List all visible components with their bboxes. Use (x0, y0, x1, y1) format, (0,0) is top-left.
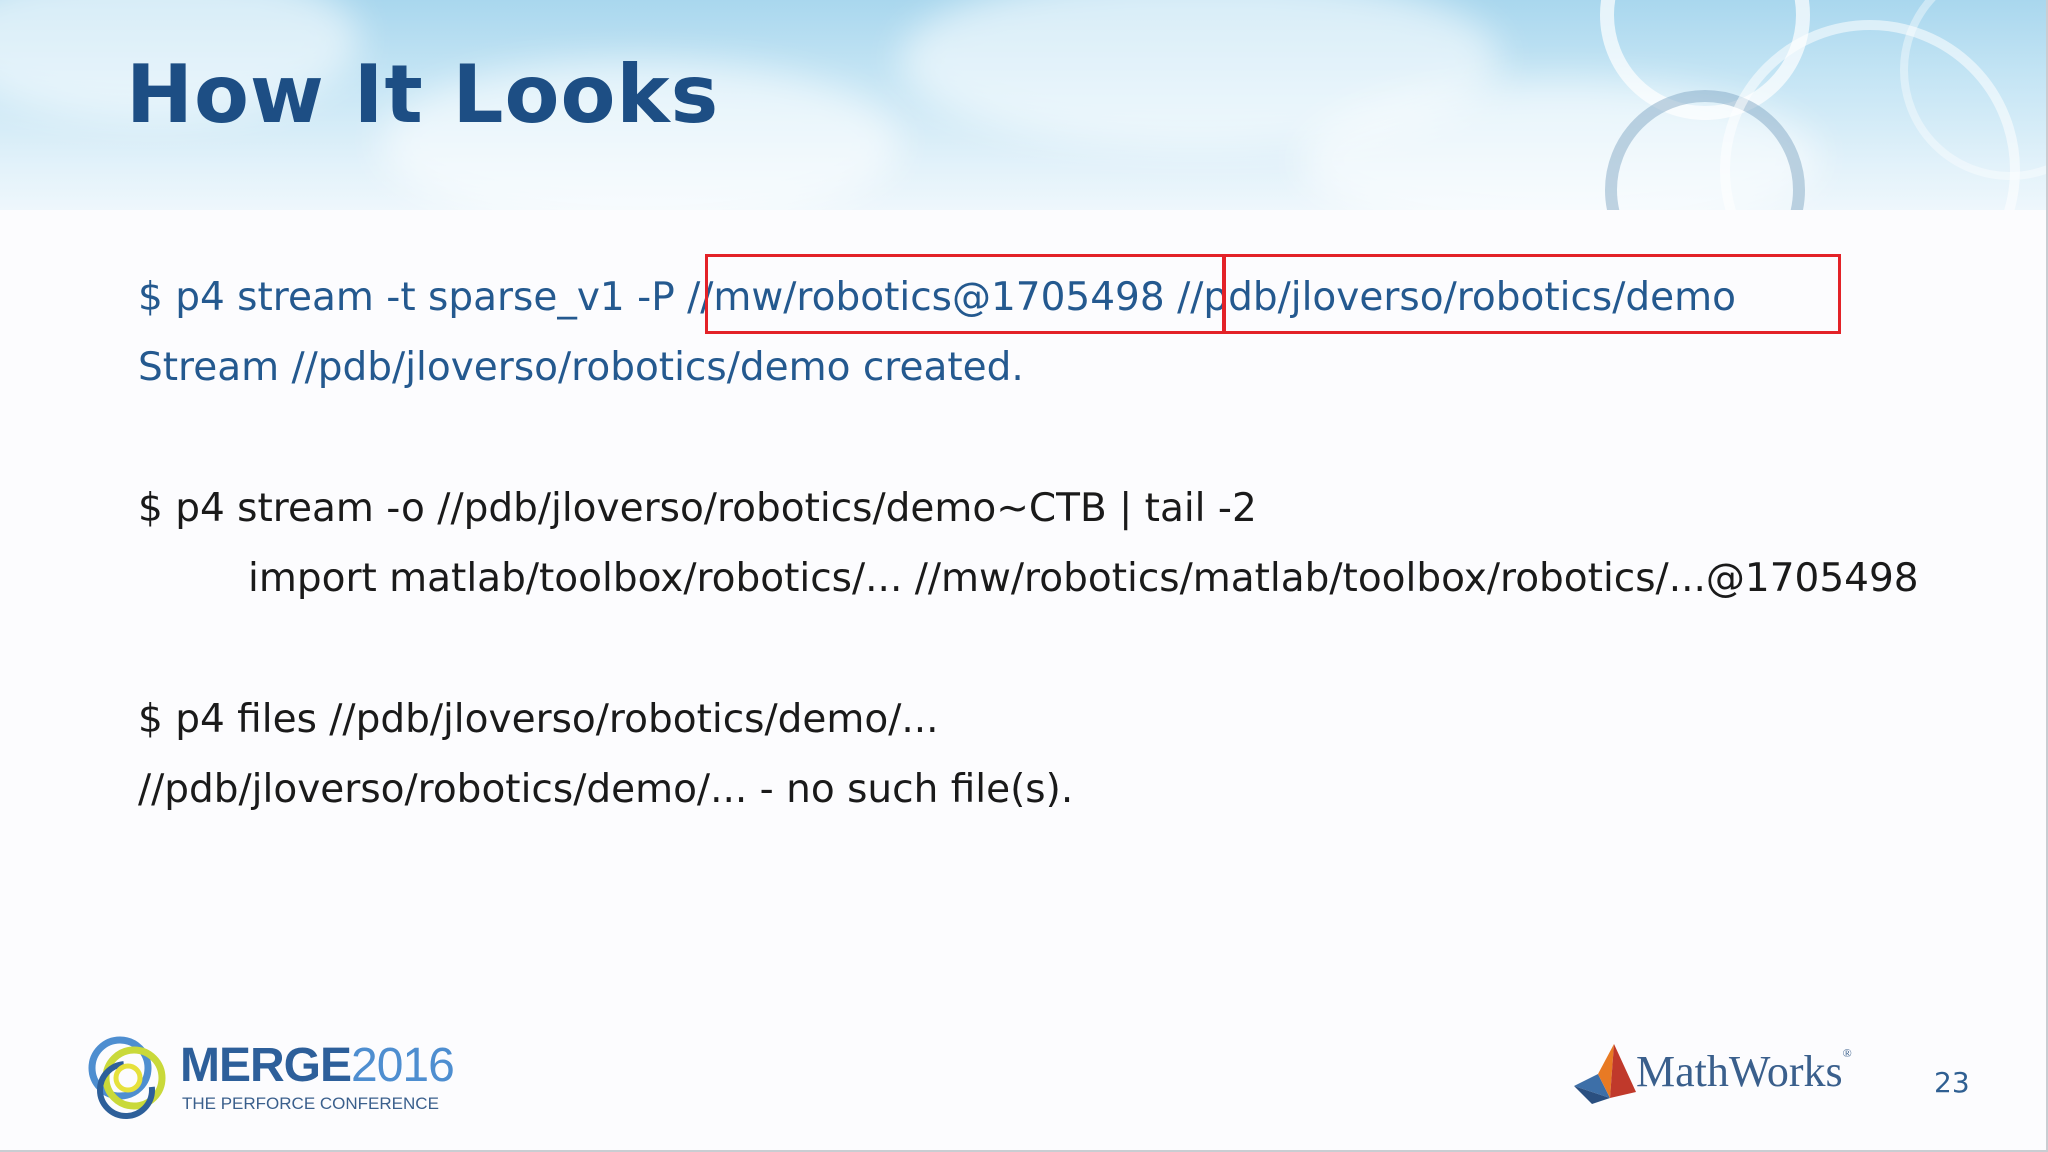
command-line-stream-spec: $ p4 stream -o //pdb/jloverso/robotics/d… (138, 486, 1257, 531)
command-output-import: import matlab/toolbox/robotics/... //mw/… (248, 556, 1919, 601)
presentation-slide: How It Looks $ p4 stream -t sparse_v1 -P… (0, 0, 2048, 1152)
merge-logo-text: MERGE2016 (180, 1039, 455, 1092)
mathworks-logo: MathWorks® (1570, 1040, 1870, 1110)
slide-title: How It Looks (126, 48, 720, 141)
highlight-box-parent-path (705, 254, 1225, 334)
command-line-files: $ p4 files //pdb/jloverso/robotics/demo/… (138, 697, 939, 742)
command-prefix: $ p4 stream -t sparse_v1 -P (138, 275, 688, 320)
slide-page-number: 23 (1934, 1066, 1970, 1099)
command-output-created: Stream //pdb/jloverso/robotics/demo crea… (138, 345, 1024, 390)
merge-rings-icon (88, 1036, 166, 1119)
merge-logo-subtitle: THE PERFORCE CONFERENCE (182, 1094, 439, 1113)
mathworks-membrane-icon (1574, 1044, 1636, 1104)
highlight-box-stream-path (1223, 254, 1841, 334)
merge-2016-logo: MERGE2016 THE PERFORCE CONFERENCE (82, 1028, 455, 1128)
command-output-no-files: //pdb/jloverso/robotics/demo/... - no su… (138, 767, 1074, 812)
slide-header-sky-banner: How It Looks (0, 0, 2046, 210)
mathworks-logo-text: MathWorks® (1636, 1046, 1852, 1096)
